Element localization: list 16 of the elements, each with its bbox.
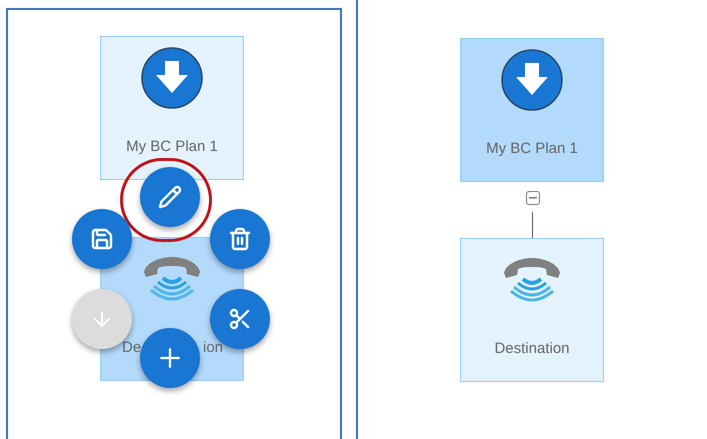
node-label: ion <box>203 338 224 358</box>
scissors-icon <box>228 307 252 331</box>
node-label: Destination <box>493 339 571 359</box>
minus-icon <box>529 197 537 199</box>
collapse-toggle[interactable] <box>526 191 540 205</box>
flow-node[interactable]: My BC Plan 1 <box>100 36 244 180</box>
flow-node[interactable]: My BC Plan 1 <box>460 38 604 182</box>
trash-icon <box>228 227 252 251</box>
save-button[interactable] <box>72 209 132 269</box>
node-label: My BC Plan 1 <box>125 137 219 157</box>
delete-button[interactable] <box>210 209 270 269</box>
flow-node[interactable]: Destination <box>460 238 604 382</box>
edit-button[interactable] <box>140 167 200 227</box>
node-label: My BC Plan 1 <box>485 139 579 159</box>
node-label: De <box>122 338 142 358</box>
pencil-icon <box>158 185 182 209</box>
